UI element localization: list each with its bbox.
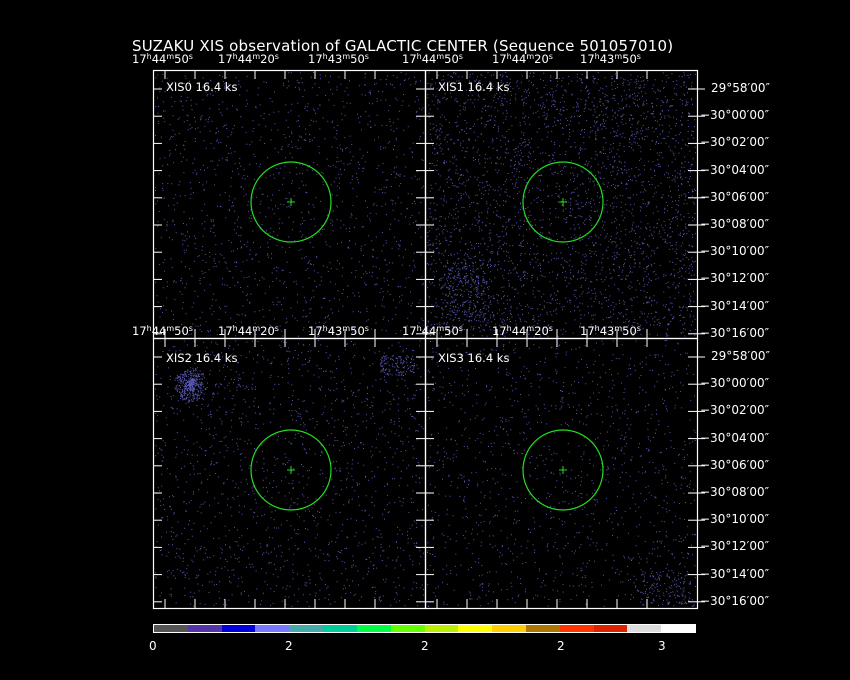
colorbar-tick-label: 2 <box>557 639 565 653</box>
dec-tick-label: −30°16′00″ <box>700 593 770 608</box>
colorbar-segment <box>221 625 256 632</box>
colorbar-tick-label: 2 <box>421 639 429 653</box>
panel-label-xis1: XIS1 16.4 ks <box>438 80 510 94</box>
dec-tick-label: −30°00′00″ <box>700 376 770 391</box>
dec-tick-label: −30°08′00″ <box>700 217 770 231</box>
dec-tick-label: −30°04′00″ <box>700 162 770 177</box>
colorbar-segment <box>458 625 493 632</box>
panel-frame-xis0 <box>152 69 427 340</box>
panel-label-xis2: XIS2 16.4 ks <box>166 351 238 365</box>
colorbar-segment <box>323 625 357 632</box>
ra-tick-label: 17h44m20s <box>218 52 279 66</box>
dec-tick-label: −30°06′00″ <box>700 457 770 472</box>
dec-tick-label: −30°02′00″ <box>700 135 770 150</box>
dec-tick-label: −30°00′00″ <box>700 108 770 123</box>
colorbar-tick-label: 2 <box>285 639 293 653</box>
ra-tick-label: 17h44m50s <box>132 324 193 338</box>
dec-tick-label: −30°04′00″ <box>700 430 770 445</box>
dec-tick-label: −30°14′00″ <box>700 566 770 581</box>
colorbar-segment <box>154 625 188 632</box>
ra-tick-label: 17h44m50s <box>402 52 463 66</box>
panel-label-xis3: XIS3 16.4 ks <box>438 351 510 365</box>
dec-tick-label: −30°16′00″ <box>700 325 770 340</box>
dec-tick-label: −30°08′00″ <box>700 485 770 499</box>
colorbar-segment <box>525 625 560 632</box>
dec-tick-label: 29°58′00″ <box>711 349 771 363</box>
ra-tick-label: 17h44m20s <box>492 324 553 338</box>
panel-frame-xis1 <box>424 69 699 340</box>
ra-tick-label: 17h43m50s <box>580 324 641 338</box>
colorbar-segment <box>356 625 391 632</box>
colorbar-segment <box>492 625 526 632</box>
ra-tick-label: 17h44m50s <box>402 324 463 338</box>
colorbar-segment <box>289 625 324 632</box>
dec-tick-label: −30°02′00″ <box>700 403 770 418</box>
ra-tick-label: 17h43m50s <box>580 52 641 66</box>
colorbar-segment <box>187 625 222 632</box>
colorbar-segment <box>255 625 290 632</box>
ra-tick-label: 17h43m50s <box>308 324 369 338</box>
panel-label-xis0: XIS0 16.4 ks <box>166 80 238 94</box>
colorbar-segment <box>593 625 628 632</box>
colorbar-segment <box>424 625 459 632</box>
colorbar-tick-label: 3 <box>658 639 666 653</box>
dec-tick-label: −30°10′00″ <box>700 512 770 527</box>
colorbar-segment <box>661 625 695 632</box>
ra-tick-label: 17h44m50s <box>132 52 193 66</box>
dec-tick-label: −30°12′00″ <box>700 271 770 286</box>
dec-tick-label: −30°06′00″ <box>700 189 770 204</box>
dec-tick-label: −30°10′00″ <box>700 244 770 259</box>
colorbar-tick-label: 0 <box>149 639 157 653</box>
colorbar-segment <box>390 625 425 632</box>
colorbar-segment <box>627 625 662 632</box>
dec-tick-label: −30°14′00″ <box>700 298 770 313</box>
ra-tick-label: 17h44m20s <box>492 52 553 66</box>
panel-frame-xis2 <box>152 337 427 610</box>
colorbar <box>153 624 696 633</box>
dec-tick-label: −30°12′00″ <box>700 539 770 554</box>
ra-tick-label: 17h43m50s <box>308 52 369 66</box>
colorbar-segment <box>559 625 594 632</box>
ra-tick-label: 17h44m20s <box>218 324 279 338</box>
dec-tick-label: 29°58′00″ <box>711 81 771 95</box>
panel-frame-xis3 <box>424 337 699 610</box>
